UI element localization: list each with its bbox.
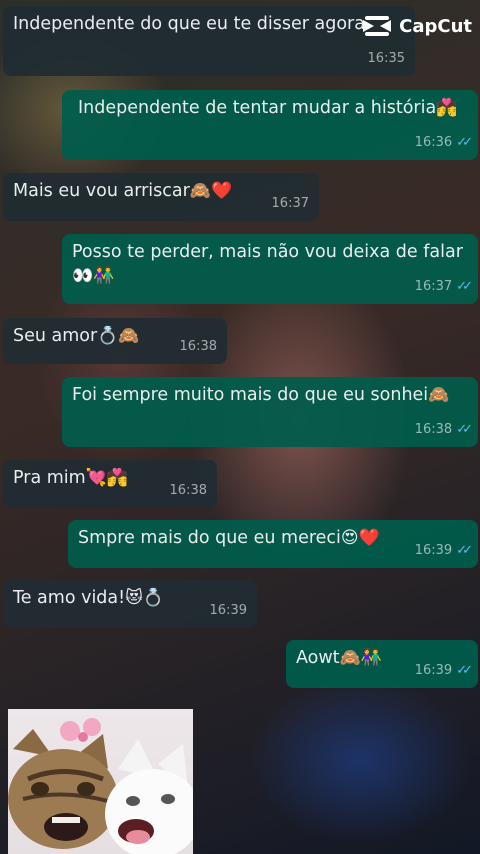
read-ticks-icon: ✓✓ [456, 663, 473, 678]
message-text: Pra mim [13, 468, 86, 488]
read-ticks-icon: ✓✓ [456, 422, 473, 437]
message-time: 16:37 [271, 196, 309, 211]
message-bubble-incoming[interactable]: Pra mim💘💏 16:38 [3, 460, 217, 508]
message-bubble-outgoing[interactable]: Foi sempre muito mais do que eu sonhei🙈 … [62, 377, 478, 447]
message-bubble-outgoing[interactable]: Posso te perder, mais não vou deixa de f… [62, 234, 478, 304]
message-emoji: 👀👫 [72, 266, 115, 286]
message-bubble-outgoing[interactable]: Independente de tentar mudar a história💏… [62, 90, 478, 160]
cats-sticker[interactable] [8, 709, 193, 854]
message-time: 16:39 [209, 603, 247, 618]
message-bubble-outgoing[interactable]: Smpre mais do que eu mereci😍❤️ 16:39 ✓✓ [68, 520, 478, 568]
message-emoji: 🙈👫 [339, 648, 382, 668]
message-time: 16:39 ✓✓ [414, 543, 473, 558]
message-text: Independente de tentar mudar a história [78, 98, 437, 118]
read-ticks-icon: ✓✓ [456, 135, 473, 150]
message-bubble-incoming[interactable]: Mais eu vou arriscar🙈❤️ 16:37 [3, 173, 319, 221]
message-text: Smpre mais do que eu mereci [78, 528, 341, 548]
message-text: Mais eu vou arriscar [13, 181, 190, 201]
message-bubble-incoming[interactable]: Independente do que eu te disser agora 1… [3, 6, 415, 76]
message-text: Posso te perder, mais não vou deixa de f… [72, 242, 463, 262]
message-emoji: 🙈 [428, 385, 450, 405]
message-text: Aowt [296, 648, 340, 668]
capcut-logo-icon [363, 16, 392, 36]
message-emoji: 😻💍 [125, 588, 165, 608]
message-text: Independente do que eu te disser agora [13, 14, 365, 34]
cats-kiss-sticker-icon [8, 718, 193, 854]
message-time: 16:38 ✓✓ [414, 422, 473, 437]
message-text: Seu amor [13, 326, 98, 346]
capcut-logo-text: CapCut [399, 15, 472, 37]
capcut-watermark: CapCut [361, 14, 472, 38]
message-text: Foi sempre muito mais do que eu sonhei [72, 385, 429, 405]
message-bubble-incoming[interactable]: Te amo vida!😻💍 16:39 [3, 580, 257, 628]
message-text: Te amo vida! [13, 588, 126, 608]
message-time: 16:35 [367, 51, 405, 66]
message-time: 16:39 ✓✓ [414, 663, 473, 678]
message-emoji: 🙈❤️ [189, 181, 233, 201]
message-emoji: 😍❤️ [340, 528, 380, 548]
message-time: 16:38 [179, 339, 217, 354]
message-emoji: 💍🙈 [97, 326, 140, 346]
read-ticks-icon: ✓✓ [456, 279, 473, 294]
message-time: 16:36 ✓✓ [414, 135, 473, 150]
message-bubble-outgoing[interactable]: Aowt🙈👫 16:39 ✓✓ [286, 640, 478, 688]
message-bubble-incoming[interactable]: Seu amor💍🙈 16:38 [3, 318, 227, 364]
message-emoji: 💏 [436, 98, 458, 118]
read-ticks-icon: ✓✓ [456, 543, 473, 558]
message-emoji: 💘💏 [85, 468, 129, 488]
message-time: 16:38 [169, 483, 207, 498]
message-time: 16:37 ✓✓ [414, 279, 473, 294]
